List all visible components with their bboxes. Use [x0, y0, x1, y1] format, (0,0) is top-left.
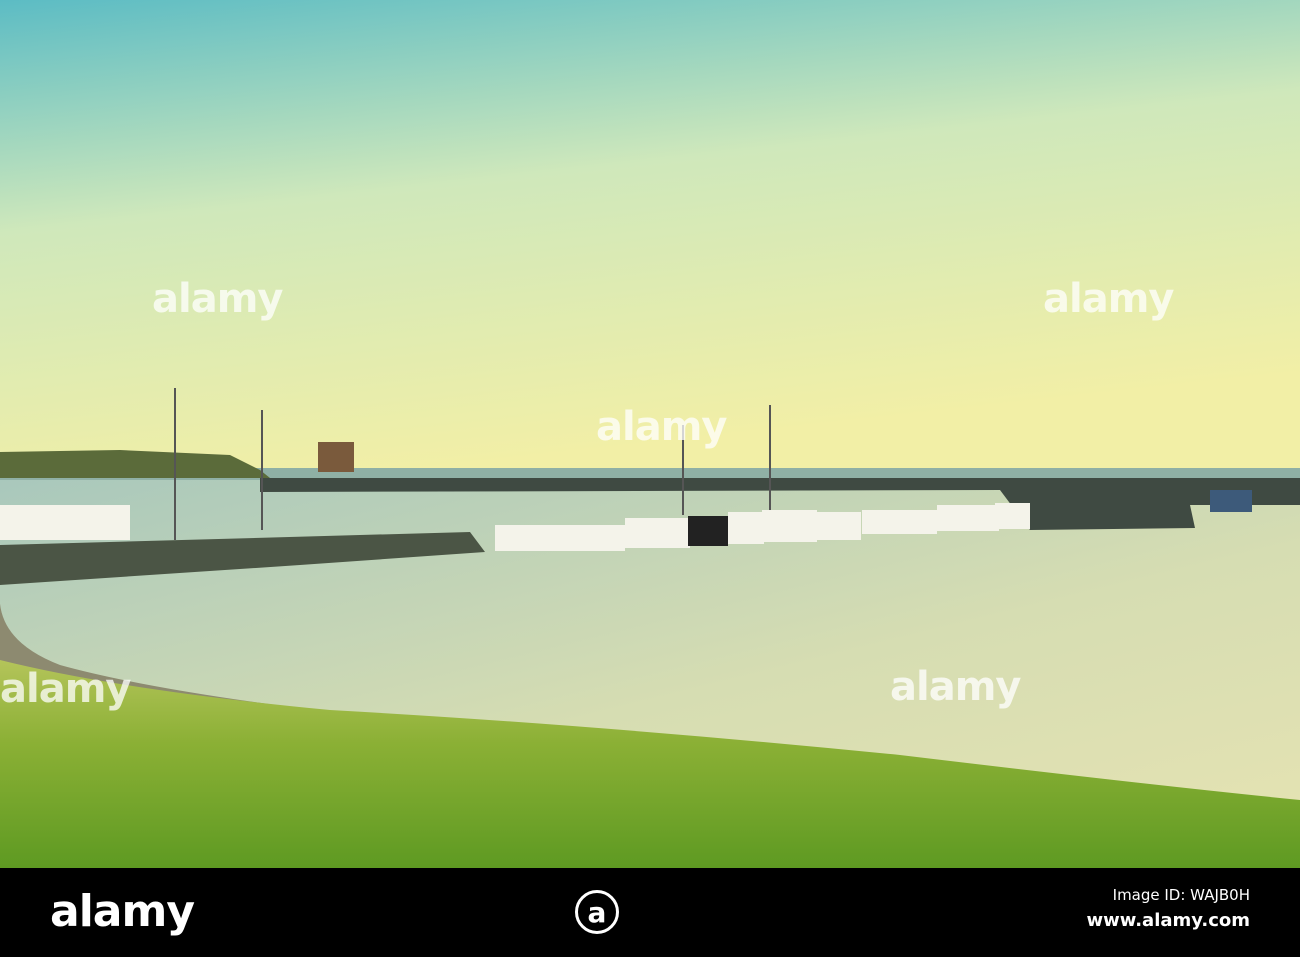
- alamy-logo: alamy: [50, 886, 195, 937]
- watermark: alamy: [0, 666, 131, 712]
- site-url: www.alamy.com: [1086, 910, 1250, 931]
- alamy-logo-mark-icon: a: [575, 890, 619, 934]
- watermark: alamy: [1043, 276, 1174, 322]
- watermark: alamy: [890, 664, 1021, 710]
- footer-bar: alamy a Image ID: WAJB0H www.alamy.com: [0, 868, 1300, 957]
- image-id: Image ID: WAJB0H: [1112, 886, 1250, 904]
- tower: [318, 442, 354, 472]
- watermark: alamy: [596, 404, 727, 450]
- watermark: alamy: [152, 276, 283, 322]
